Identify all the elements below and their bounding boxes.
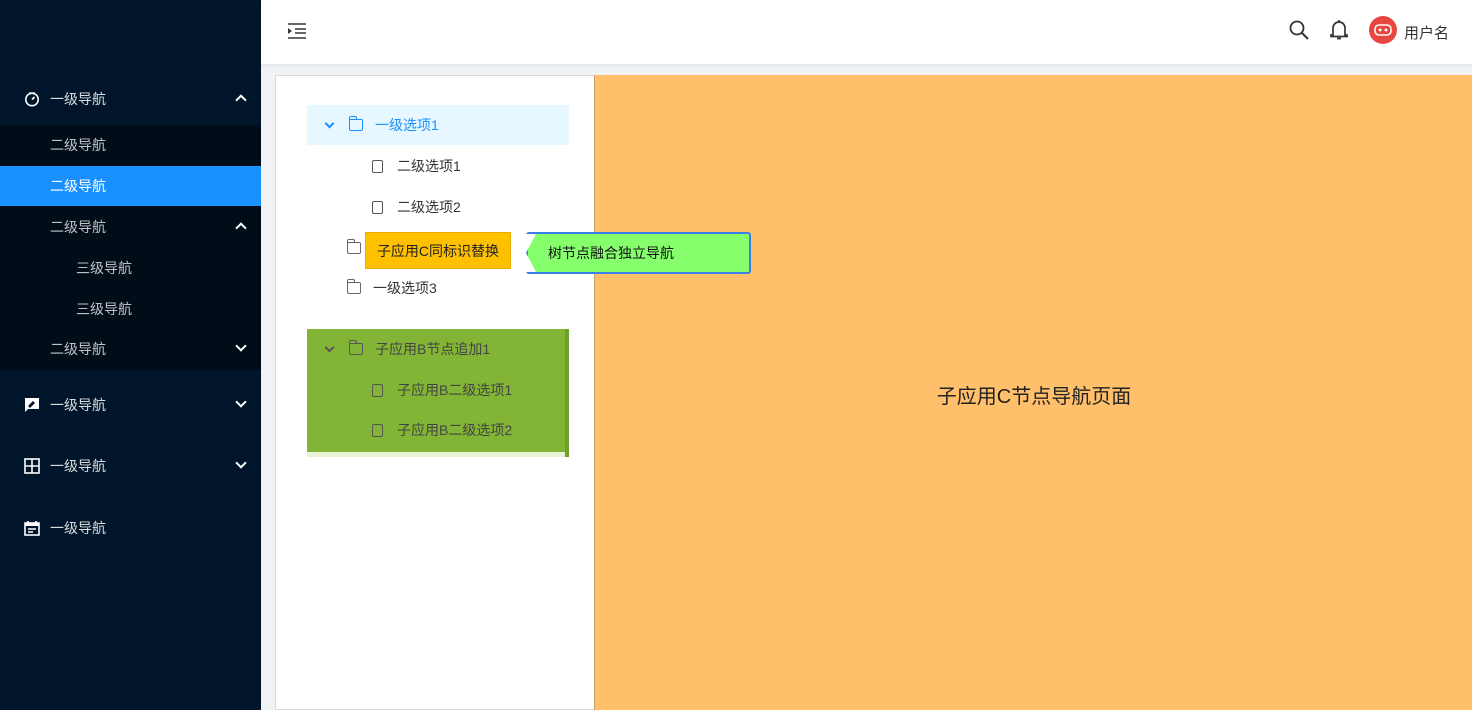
block-edge xyxy=(565,329,569,457)
caret-down-icon[interactable] xyxy=(324,342,335,352)
tree-node-label: 二级选项2 xyxy=(397,199,461,215)
tree-node-b[interactable]: 子应用B节点追加1 xyxy=(324,329,491,369)
bell-icon[interactable] xyxy=(1329,19,1349,41)
sidebar-subsubitem-label: 三级导航 xyxy=(76,301,132,317)
dashboard-icon xyxy=(24,91,40,107)
tree-node-label: 一级选项3 xyxy=(373,280,437,296)
avatar[interactable] xyxy=(1369,16,1397,44)
tree-node-label: 二级选项1 xyxy=(397,158,461,174)
subapp-c-replace-tag[interactable]: 子应用C同标识替换 xyxy=(365,232,511,269)
folder-icon xyxy=(348,116,363,131)
sidebar-subitem-label: 二级导航 xyxy=(50,178,106,194)
sidebar-subitem-2-active[interactable]: 二级导航 xyxy=(0,166,261,206)
file-icon xyxy=(372,423,383,437)
folder-icon xyxy=(346,239,361,254)
folder-icon xyxy=(348,340,363,355)
caret-down-icon[interactable] xyxy=(324,118,335,128)
subapp-b-block: 子应用B节点追加1 子应用B二级选项1 子应用B二级选项2 xyxy=(307,329,569,457)
sidebar-item-label: 一级导航 xyxy=(50,458,106,474)
block-bottom-strip xyxy=(307,452,565,457)
calendar-icon xyxy=(24,520,40,536)
folder-icon xyxy=(346,279,361,294)
tooltip-notch xyxy=(526,234,536,272)
sidebar-item-label: 一级导航 xyxy=(50,397,106,413)
main-content: 子应用C节点导航页面 xyxy=(594,75,1472,710)
tree-node-b-2[interactable]: 子应用B二级选项2 xyxy=(372,410,512,450)
tree-node-b-1[interactable]: 子应用B二级选项1 xyxy=(372,370,512,410)
sidebar-subitem-1[interactable]: 二级导航 xyxy=(0,125,261,165)
file-icon xyxy=(372,159,383,173)
sidebar-subsubitem-2[interactable]: 三级导航 xyxy=(0,289,261,329)
chevron-up-icon xyxy=(235,94,247,106)
tree-node-label: 子应用B节点追加1 xyxy=(375,341,491,357)
sidebar-subitem-label: 二级导航 xyxy=(50,219,106,235)
chevron-up-icon xyxy=(235,222,247,234)
content-title: 子应用C节点导航页面 xyxy=(936,386,1132,408)
chevron-down-icon xyxy=(235,396,247,408)
tree-node-label: 一级选项1 xyxy=(375,117,439,133)
sidebar-subitem-label: 二级导航 xyxy=(50,341,106,357)
sidebar-item-nav2[interactable]: 一级导航 xyxy=(0,385,261,425)
username[interactable]: 用户名 xyxy=(1404,22,1449,43)
sidebar-subsubitem-label: 三级导航 xyxy=(76,260,132,276)
tree-node-3[interactable]: 一级选项3 xyxy=(346,268,437,308)
sidebar-item-nav1[interactable]: 一级导航 xyxy=(0,79,261,119)
search-icon[interactable] xyxy=(1289,20,1309,40)
sidebar-subitem-label: 二级导航 xyxy=(50,137,106,153)
top-header: 用户名 xyxy=(261,0,1472,64)
sidebar-subitem-4[interactable]: 二级导航 xyxy=(0,329,261,369)
tree-node-label: 子应用B二级选项2 xyxy=(397,422,513,438)
sidebar-item-nav3[interactable]: 一级导航 xyxy=(0,446,261,486)
tree-panel: 一级选项1 二级选项1 二级选项2 一级选项3 子应用B节点追加1 子应用B二级… xyxy=(275,75,595,710)
sidebar: 一级导航 二级导航 二级导航 二级导航 三级导航 三级导航 二级导航 一级导航 xyxy=(0,0,261,710)
tree-node-1[interactable]: 一级选项1 xyxy=(307,105,569,145)
sidebar-item-label: 一级导航 xyxy=(50,520,106,536)
grid-icon xyxy=(24,458,40,474)
chevron-down-icon xyxy=(235,457,247,469)
file-icon xyxy=(372,200,383,214)
chevron-down-icon xyxy=(235,340,247,352)
sidebar-item-label: 一级导航 xyxy=(50,91,106,107)
tree-node-label: 子应用B二级选项1 xyxy=(397,382,513,398)
tooltip-text: 树节点融合独立导航 xyxy=(548,245,674,261)
menu-fold-icon[interactable] xyxy=(287,22,307,40)
file-icon xyxy=(372,383,383,397)
feedback-icon xyxy=(24,397,40,413)
sidebar-subitem-3[interactable]: 二级导航 xyxy=(0,207,261,247)
tree-node-1-1[interactable]: 二级选项1 xyxy=(372,146,461,186)
submenu: 二级导航 二级导航 二级导航 三级导航 三级导航 二级导航 xyxy=(0,125,261,370)
tooltip-label: 树节点融合独立导航 xyxy=(526,232,751,274)
sidebar-item-nav4[interactable]: 一级导航 xyxy=(0,508,261,548)
tree-node-1-2[interactable]: 二级选项2 xyxy=(372,187,461,227)
sidebar-subsubitem-1[interactable]: 三级导航 xyxy=(0,248,261,288)
